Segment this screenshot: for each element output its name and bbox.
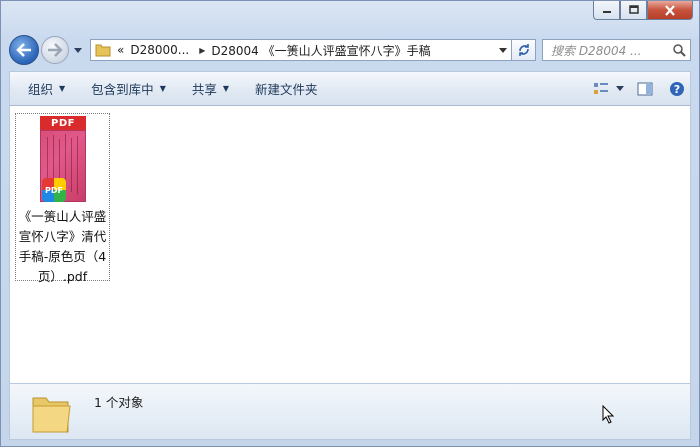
new-folder-button[interactable]: 新建文件夹	[247, 75, 326, 102]
help-button[interactable]: ?	[664, 78, 690, 100]
minimize-button[interactable]	[593, 1, 620, 20]
close-button[interactable]	[647, 1, 693, 20]
pdf-badge-label: PDF	[45, 185, 63, 195]
chevron-down-icon: ▼	[59, 84, 66, 93]
preview-pane-button[interactable]	[632, 78, 658, 100]
preview-pane-icon	[637, 82, 653, 95]
address-segment-current[interactable]: D28004 《一箦山人评盛宣怀八字》手稿	[211, 42, 430, 59]
new-folder-label: 新建文件夹	[255, 82, 318, 97]
address-bar[interactable]: « D28000... ▶ D28004 《一箦山人评盛宣怀八字》手稿	[90, 39, 512, 61]
command-bar: 组织 ▼ 包含到库中 ▼ 共享 ▼ 新建文件夹 ?	[9, 71, 691, 106]
folder-icon	[95, 44, 111, 57]
change-view-button[interactable]	[588, 78, 614, 100]
details-pane: 1 个对象	[9, 383, 691, 440]
maximize-icon	[628, 5, 639, 14]
close-icon	[665, 4, 675, 16]
file-name[interactable]: 《一箦山人评盛宣怀八字》清代手稿-原色页（4页）.pdf	[16, 207, 109, 287]
include-in-library-menu[interactable]: 包含到库中 ▼	[83, 75, 174, 102]
search-icon[interactable]	[668, 43, 690, 57]
minimize-icon	[602, 11, 611, 13]
organize-menu[interactable]: 组织 ▼	[20, 75, 73, 102]
refresh-icon	[518, 44, 529, 56]
chevron-down-icon: ▼	[159, 84, 166, 93]
back-button[interactable]	[9, 35, 39, 65]
chevron-down-icon	[499, 47, 507, 53]
forward-arrow-icon	[48, 43, 63, 57]
svg-text:?: ?	[674, 83, 680, 96]
share-label: 共享	[191, 82, 217, 97]
chevron-down-icon: ▼	[222, 84, 230, 93]
view-controls: ?	[582, 78, 690, 100]
organize-label: 组织	[28, 82, 54, 97]
pdf-thumb-label: PDF	[40, 116, 86, 130]
search-input[interactable]: 搜索 D28004 ...	[542, 39, 691, 61]
forward-button[interactable]	[41, 36, 69, 64]
file-list-area[interactable]: PDF PDF 《一箦山人评盛宣怀八字》清代手稿-原色页（4页）.pdf	[9, 106, 691, 383]
navigation-bar: « D28000... ▶ D28004 《一箦山人评盛宣怀八字》手稿 搜索 D…	[9, 33, 691, 67]
folder-icon	[32, 397, 71, 433]
pdf-app-icon: PDF	[42, 178, 66, 202]
item-count: 1 个对象	[94, 395, 144, 410]
caption-buttons	[593, 1, 693, 20]
share-menu[interactable]: 共享 ▼	[184, 75, 237, 102]
maximize-button[interactable]	[620, 1, 647, 20]
address-segment-parent[interactable]: D28000...	[130, 43, 189, 57]
breadcrumb-arrow-icon[interactable]: ▶	[199, 46, 205, 55]
back-arrow-icon	[16, 43, 31, 57]
view-icon	[594, 82, 608, 94]
recent-pages-dropdown[interactable]	[72, 47, 84, 53]
explorer-window: « D28000... ▶ D28004 《一箦山人评盛宣怀八字》手稿 搜索 D…	[0, 0, 700, 447]
chevron-down-icon	[616, 86, 624, 91]
address-overflow[interactable]: «	[117, 43, 124, 57]
mouse-cursor-icon	[602, 405, 615, 424]
chevron-down-icon	[74, 47, 82, 53]
file-item[interactable]: PDF PDF 《一箦山人评盛宣怀八字》清代手稿-原色页（4页）.pdf	[15, 113, 110, 284]
address-dropdown[interactable]	[495, 40, 511, 60]
help-icon: ?	[670, 81, 684, 96]
view-options-dropdown[interactable]	[614, 78, 626, 100]
refresh-button[interactable]	[512, 39, 536, 61]
include-library-label: 包含到库中	[91, 82, 154, 97]
search-placeholder: 搜索 D28004 ...	[551, 43, 642, 58]
